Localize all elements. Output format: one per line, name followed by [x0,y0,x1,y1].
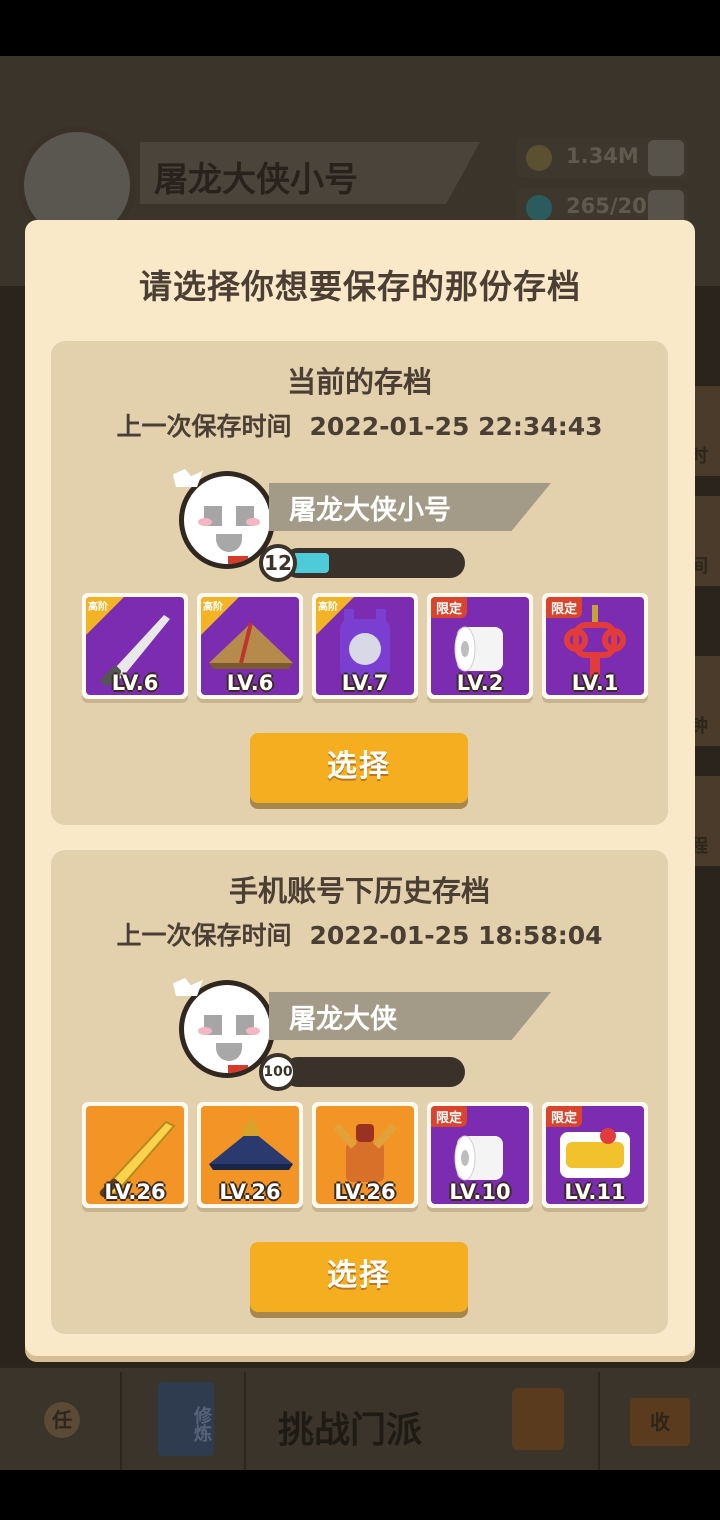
equipment-list: LV.26 LV.26 LV.26 限定 LV.10 限定 LV.11 [82,1102,648,1212]
save-time-label: 上一次保存时间 [116,921,292,950]
coin-counter: 1.34M [516,138,688,178]
select-current-save-button[interactable]: 选择 [250,733,468,803]
coin-icon [526,145,552,171]
player-name: 屠龙大侠小号 [289,495,451,526]
save-heading: 当前的存档 [286,365,432,399]
nav-task: 任 [0,1372,122,1470]
limited-tag: 限定 [546,597,583,618]
player-name: 屠龙大侠 [289,1004,397,1035]
equipment-item: LV.26 [197,1102,303,1208]
save-time-value: 2022-01-25 18:58:04 [309,921,603,950]
gem-value: 265/20 [566,194,647,218]
background-name-banner: 屠龙大侠小号 [140,142,480,204]
equipment-item: 限定 LV.1 [542,593,648,699]
gem-icon [526,195,552,221]
dialog-title: 请选择你想要保存的那份存档 [139,267,581,306]
equipment-item: 限定 LV.2 [427,593,533,699]
item-level: LV.11 [564,1180,626,1204]
item-level: LV.6 [111,671,159,695]
xp-bar [283,1057,465,1087]
item-level: LV.10 [449,1180,511,1204]
limited-tag: 限定 [431,1106,468,1127]
current-save-card: 当前的存档 上一次保存时间 2022-01-25 22:34:43 屠龙大侠小号 … [51,341,668,825]
equipment-item: LV.26 [82,1102,188,1208]
save-time-label: 上一次保存时间 [116,412,292,441]
select-button-label: 选择 [327,749,391,784]
background-player-name: 屠龙大侠小号 [154,160,358,200]
nav-cultivate-icon: 修炼 [158,1382,214,1456]
xp-fill [295,553,329,573]
save-time-value: 2022-01-25 22:34:43 [309,412,603,441]
select-history-save-button[interactable]: 选择 [250,1242,468,1312]
equipment-item: 高阶 LV.7 [312,593,418,699]
player-level-badge: 12 [259,544,297,582]
nav-challenge-label: 挑战门派 [278,1410,423,1451]
save-time: 上一次保存时间 2022-01-25 18:58:04 [51,916,668,952]
equipment-list: 高阶 LV.6 高阶 LV.6 高阶 LV.7 限定 LV.2 限定 LV.1 [82,593,648,703]
history-save-card: 手机账号下历史存档 上一次保存时间 2022-01-25 18:58:04 屠龙大… [51,850,668,1334]
player-name-banner: 屠龙大侠 [269,992,551,1040]
item-level: LV.26 [104,1180,166,1204]
nav-task-icon: 任 [44,1402,80,1438]
nav-armor [476,1372,600,1470]
equipment-item: LV.26 [312,1102,418,1208]
limited-tag: 限定 [546,1106,583,1127]
save-time: 上一次保存时间 2022-01-25 22:34:43 [51,407,668,443]
limited-tag: 限定 [431,597,468,618]
item-level: LV.7 [341,671,389,695]
select-button-label: 选择 [327,1258,391,1293]
item-level: LV.2 [456,671,504,695]
nav-collect-icon: 收 [630,1398,690,1446]
player-level-badge: 100 [259,1053,297,1091]
nav-cultivate: 修炼 [122,1372,246,1470]
item-level: LV.26 [219,1180,281,1204]
nav-armor-icon [512,1388,564,1450]
equipment-item: 限定 LV.10 [427,1102,533,1208]
item-level: LV.1 [571,671,619,695]
player-name-banner: 屠龙大侠小号 [269,483,551,531]
nav-collect: 收 [600,1372,720,1470]
equipment-item: 限定 LV.11 [542,1102,648,1208]
save-select-dialog: 请选择你想要保存的那份存档 当前的存档 上一次保存时间 2022-01-25 22… [25,220,695,1356]
xp-bar [283,548,465,578]
add-coins-icon [648,140,684,176]
item-level: LV.6 [226,671,274,695]
save-heading: 手机账号下历史存档 [228,874,490,908]
equipment-item: 高阶 LV.6 [82,593,188,699]
equipment-item: 高阶 LV.6 [197,593,303,699]
coin-value: 1.34M [566,144,639,168]
item-level: LV.26 [334,1180,396,1204]
